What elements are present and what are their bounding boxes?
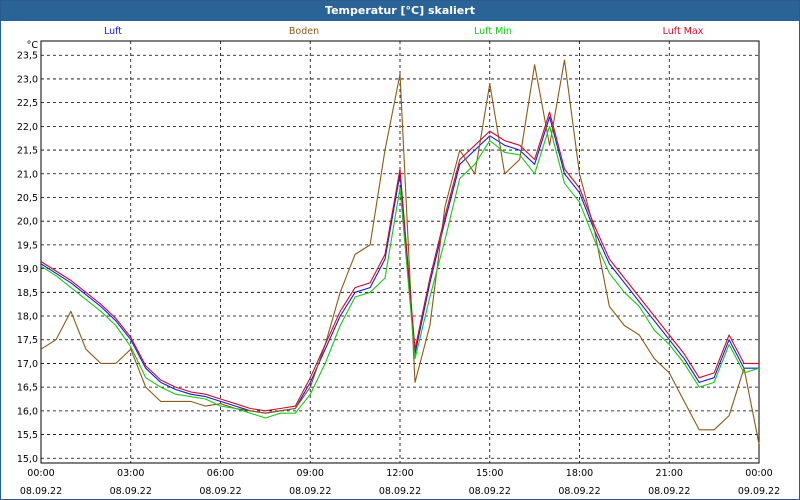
y-tick-label: 22,0: [17, 122, 38, 133]
x-tick-date: 09.09.22: [738, 486, 780, 497]
x-tick-date: 08.09.22: [558, 486, 600, 497]
x-tick-time: 00:00: [745, 468, 772, 479]
x-tick-time: 06:00: [207, 468, 234, 479]
x-tick-time: 18:00: [566, 468, 593, 479]
y-tick-label: 20,0: [17, 217, 38, 228]
y-tick-label: 23,0: [17, 74, 38, 85]
y-tick-label: 15,0: [17, 454, 38, 465]
y-tick-label: 21,0: [17, 169, 38, 180]
y-tick-label: 18,5: [17, 288, 38, 299]
y-tick-label: 15,5: [17, 430, 38, 441]
y-axis-label: °C: [27, 40, 39, 51]
x-tick-time: 00:00: [27, 468, 54, 479]
x-tick-date: 08.09.22: [110, 486, 152, 497]
temperature-chart: 23,5 23,0 22,5 22,0 21,5 21,0 20,5 20,0 19,5 19,0…: [17, 26, 780, 497]
y-tick-label: 17,5: [17, 335, 38, 346]
y-tick-label: 23,5: [17, 51, 38, 62]
y-tick-label: 16,0: [17, 406, 38, 417]
chart-window: Temperatur [°C] skaliert 23,5 23,0 22,5 22,…: [0, 0, 800, 500]
legend-entry: Boden: [289, 26, 319, 37]
y-tick-label: 19,0: [17, 264, 38, 275]
legend-entry: Luft Max: [663, 26, 704, 37]
y-tick-label: 20,5: [17, 193, 38, 204]
window-title: Temperatur [°C] skaliert: [1, 1, 799, 21]
y-tick-label: 21,5: [17, 146, 38, 157]
x-tick-time: 15:00: [476, 468, 503, 479]
x-tick-date: 08.09.22: [199, 486, 241, 497]
y-tick-label: 22,5: [17, 98, 38, 109]
y-tick-label: 16,5: [17, 383, 38, 394]
legend-entry: Luft Min: [474, 26, 512, 37]
y-tick-label: 17,0: [17, 359, 38, 370]
legend-entry: Luft: [104, 26, 122, 37]
y-tick-label: 18,0: [17, 312, 38, 323]
x-tick-date: 08.09.22: [20, 486, 62, 497]
x-tick-time: 09:00: [297, 468, 324, 479]
x-tick-time: 21:00: [656, 468, 683, 479]
x-tick-time: 12:00: [386, 468, 413, 479]
x-tick-date: 08.09.22: [469, 486, 511, 497]
x-tick-date: 08.09.22: [648, 486, 690, 497]
x-tick-date: 08.09.22: [289, 486, 331, 497]
x-tick-time: 03:00: [117, 468, 144, 479]
x-tick-date: 08.09.22: [379, 486, 421, 497]
y-tick-label: 19,5: [17, 240, 38, 251]
